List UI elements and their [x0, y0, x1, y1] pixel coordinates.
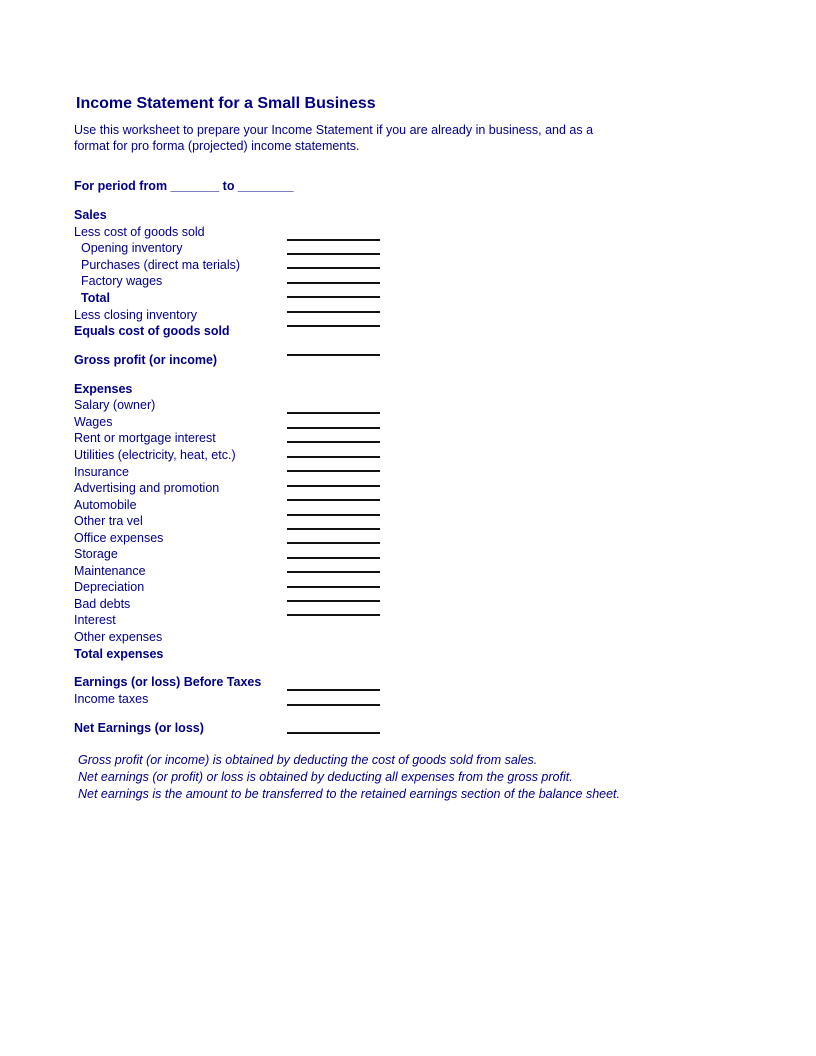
entry-line[interactable]	[287, 557, 380, 559]
entry-line[interactable]	[287, 485, 380, 487]
expense-automobile: Automobile	[74, 498, 137, 512]
entry-line[interactable]	[287, 542, 380, 544]
intro-line-1: Use this worksheet to prepare your Incom…	[74, 123, 594, 137]
entry-line[interactable]	[287, 311, 380, 313]
intro-line-2: format for pro forma (projected) income …	[74, 139, 360, 153]
expense-insurance: Insurance	[74, 465, 129, 479]
row-earnings-before-taxes: Earnings (or loss) Before Taxes	[74, 675, 262, 689]
entry-line[interactable]	[287, 441, 380, 443]
entry-line[interactable]	[287, 282, 380, 284]
period-line: For period from _______ to ________	[74, 179, 294, 193]
row-less-cogs: Less cost of goods sold	[74, 225, 205, 239]
entry-line[interactable]	[287, 239, 380, 241]
row-equals-cogs: Equals cost of goods sold	[74, 324, 230, 338]
expense-other: Other expenses	[74, 630, 163, 644]
row-total-expenses: Total expenses	[74, 647, 164, 661]
expense-depreciation: Depreciation	[74, 580, 145, 594]
entry-line[interactable]	[287, 600, 380, 602]
entry-line[interactable]	[287, 499, 380, 501]
entry-line[interactable]	[287, 514, 380, 516]
row-total: Total	[81, 291, 110, 305]
entry-line[interactable]	[287, 571, 380, 573]
row-closing-inventory: Less closing inventory	[74, 308, 197, 322]
entry-line[interactable]	[287, 689, 380, 691]
expense-maintenance: Maintenance	[74, 564, 146, 578]
sales-heading: Sales	[74, 208, 107, 222]
expense-rent: Rent or mortgage interest	[74, 431, 216, 445]
row-purchases: Purchases (direct ma terials)	[81, 258, 241, 272]
entry-line[interactable]	[287, 412, 380, 414]
entry-line[interactable]	[287, 732, 380, 734]
entry-line[interactable]	[287, 427, 380, 429]
row-factory-wages: Factory wages	[81, 274, 163, 288]
entry-line[interactable]	[287, 470, 380, 472]
entry-line[interactable]	[287, 354, 380, 356]
note-net-earnings: Net earnings (or profit) or loss is obta…	[78, 770, 573, 784]
page-title: Income Statement for a Small Business	[76, 95, 376, 112]
expense-salary-owner: Salary (owner)	[74, 398, 156, 412]
expense-storage: Storage	[74, 547, 118, 561]
entry-line[interactable]	[287, 267, 380, 269]
entry-line[interactable]	[287, 704, 380, 706]
expense-wages: Wages	[74, 415, 113, 429]
expense-bad-debts: Bad debts	[74, 597, 131, 611]
entry-line[interactable]	[287, 614, 380, 616]
row-opening-inventory: Opening inventory	[81, 241, 183, 255]
entry-line[interactable]	[287, 456, 380, 458]
expense-advertising: Advertising and promotion	[74, 481, 220, 495]
row-income-taxes: Income taxes	[74, 692, 149, 706]
row-net-earnings: Net Earnings (or loss)	[74, 721, 204, 735]
row-gross-profit: Gross profit (or income)	[74, 353, 218, 367]
entry-line[interactable]	[287, 253, 380, 255]
entry-line[interactable]	[287, 296, 380, 298]
expense-other-travel: Other tra vel	[74, 514, 143, 528]
entry-line[interactable]	[287, 325, 380, 327]
expense-office: Office expenses	[74, 531, 164, 545]
expenses-heading: Expenses	[74, 382, 133, 396]
entry-line[interactable]	[287, 586, 380, 588]
entry-line[interactable]	[287, 528, 380, 530]
expense-utilities: Utilities (electricity, heat, etc.)	[74, 448, 236, 462]
expense-interest: Interest	[74, 613, 116, 627]
note-retained-earnings: Net earnings is the amount to be transfe…	[78, 787, 621, 801]
note-gross-profit: Gross profit (or income) is obtained by …	[78, 753, 538, 767]
